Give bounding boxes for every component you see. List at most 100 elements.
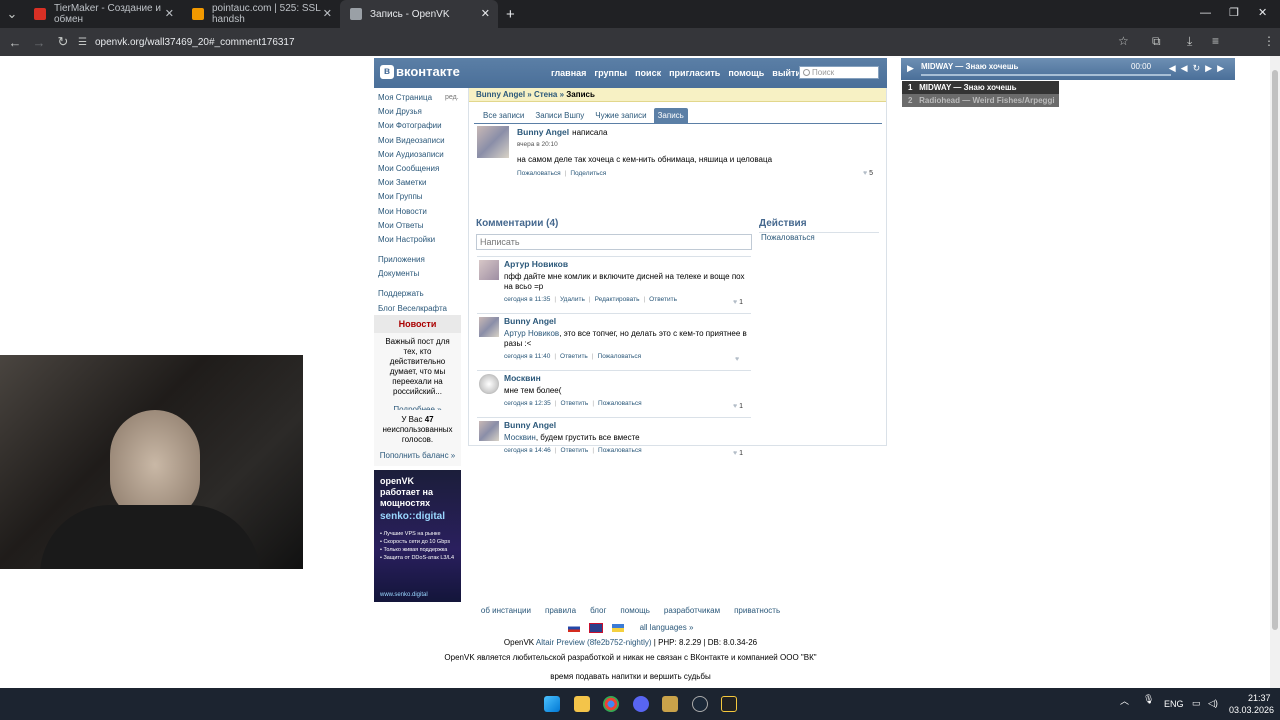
- sidebar-item-documents[interactable]: Документы: [378, 268, 462, 282]
- report-link[interactable]: Пожаловаться: [517, 170, 561, 177]
- clock-time[interactable]: 21:37: [1248, 693, 1271, 703]
- footer-link-help[interactable]: помощь: [620, 606, 649, 615]
- site-logo[interactable]: в вконтакте: [380, 64, 460, 79]
- footer-link-rules[interactable]: правила: [545, 606, 576, 615]
- post-date[interactable]: вчера в 20:10: [517, 141, 772, 148]
- mention-link[interactable]: Артур Новиков: [504, 329, 559, 338]
- avatar[interactable]: [477, 126, 509, 158]
- ukrainian-flag-icon[interactable]: [611, 623, 624, 632]
- comment-date[interactable]: сегодня в 12:35: [504, 400, 551, 407]
- sidebar-item-notes[interactable]: Мои Заметки: [378, 177, 462, 191]
- sidebar-item-videos[interactable]: Мои Видеозаписи: [378, 135, 462, 149]
- tray-chevron-icon[interactable]: ︿: [1120, 694, 1129, 707]
- browser-tab-openvk[interactable]: Запись - OpenVK ✕: [340, 0, 498, 28]
- app-icon[interactable]: [721, 696, 737, 712]
- reload-icon[interactable]: ↻: [51, 34, 75, 50]
- comment-date[interactable]: сегодня в 14:46: [504, 447, 551, 454]
- reply-link[interactable]: Ответить: [649, 296, 677, 303]
- mention-link[interactable]: Москвин: [504, 433, 536, 442]
- report-link[interactable]: Пожаловаться: [598, 353, 642, 360]
- site-info-icon[interactable]: ☰: [78, 37, 87, 48]
- nav-groups[interactable]: группы: [594, 68, 627, 78]
- back-icon[interactable]: ←: [3, 35, 27, 50]
- tab-own-posts[interactable]: Записи Вшпу: [531, 108, 588, 123]
- avatar[interactable]: [479, 317, 499, 337]
- new-tab-button[interactable]: +: [506, 6, 515, 23]
- page-scrollbar[interactable]: [1270, 56, 1280, 688]
- comment-date[interactable]: сегодня в 11:35: [504, 296, 550, 303]
- share-link[interactable]: Поделиться: [570, 170, 606, 177]
- delete-link[interactable]: Удалить: [560, 296, 585, 303]
- reply-link[interactable]: Ответить: [561, 400, 589, 407]
- version-link[interactable]: Altair Preview (8fe2b752-nightly): [536, 638, 652, 647]
- top-up-balance-link[interactable]: Пополнить баланс »: [378, 451, 457, 461]
- report-link[interactable]: Пожаловаться: [598, 400, 642, 407]
- microphone-icon[interactable]: 🎙: [1143, 694, 1154, 705]
- tab-post[interactable]: Запись: [653, 108, 688, 123]
- like-heart-icon[interactable]: ♥ 1: [733, 450, 743, 457]
- reply-link[interactable]: Ответить: [560, 353, 588, 360]
- edit-link[interactable]: Редактировать: [595, 296, 640, 303]
- chrome-icon[interactable]: [603, 696, 619, 712]
- restore-icon[interactable]: ❐: [1229, 6, 1239, 19]
- sidebar-item-news[interactable]: Мои Новости: [378, 206, 462, 220]
- menu-kebab-icon[interactable]: ⋮: [1263, 34, 1275, 48]
- app-icon[interactable]: [662, 696, 678, 712]
- playlist-item[interactable]: 1 MIDWAY — Знаю хочешь: [902, 81, 1059, 94]
- sidebar-item-groups[interactable]: Мои Группы: [378, 191, 462, 205]
- playlist-item[interactable]: 2 Radiohead — Weird Fishes/Arpeggi: [902, 94, 1059, 107]
- player-progress-bar[interactable]: [921, 74, 1171, 76]
- nav-help[interactable]: помощь: [728, 68, 764, 78]
- address-bar[interactable]: ☰ openvk.org/wall37469_20#_comment176317: [78, 32, 1138, 52]
- footer-link-privacy[interactable]: приватность: [734, 606, 780, 615]
- comment-author[interactable]: Москвин: [504, 373, 750, 383]
- tab-all-posts[interactable]: Все записи: [479, 108, 528, 123]
- breadcrumb-user[interactable]: Bunny Angel: [476, 90, 525, 99]
- steam-icon[interactable]: [692, 696, 708, 712]
- sidebar-item-donate[interactable]: Поддержать: [378, 288, 462, 302]
- file-explorer-icon[interactable]: [574, 696, 590, 712]
- clock-date[interactable]: 03.03.2026: [1229, 705, 1274, 715]
- breadcrumb-wall[interactable]: Стена: [534, 90, 557, 99]
- minimize-icon[interactable]: —: [1200, 7, 1211, 19]
- senko-ad-banner[interactable]: openVK работает на мощностях senko::digi…: [374, 470, 461, 602]
- nav-search[interactable]: поиск: [635, 68, 661, 78]
- extensions-icon[interactable]: ⧉: [1152, 34, 1161, 49]
- close-window-icon[interactable]: ✕: [1258, 6, 1267, 19]
- comment-author[interactable]: Bunny Angel: [504, 420, 750, 430]
- russian-flag-icon[interactable]: [567, 623, 580, 632]
- like-heart-icon[interactable]: ♥ 1: [733, 299, 743, 306]
- nav-home[interactable]: главная: [551, 68, 586, 78]
- downloads-icon[interactable]: ⤓: [1187, 34, 1192, 49]
- comment-date[interactable]: сегодня в 11:40: [504, 353, 550, 360]
- forward-icon[interactable]: →: [27, 35, 51, 50]
- bookmark-star-icon[interactable]: ☆: [1118, 34, 1129, 48]
- close-tab-icon[interactable]: ✕: [323, 7, 332, 20]
- header-search-input[interactable]: Поиск: [799, 66, 879, 79]
- footer-link-blog[interactable]: блог: [590, 606, 606, 615]
- sidebar-item-photos[interactable]: Мои Фотографии: [378, 120, 462, 134]
- sidebar-item-settings[interactable]: Мои Настройки: [378, 234, 462, 248]
- nav-invite[interactable]: пригласить: [669, 68, 720, 78]
- like-heart-icon[interactable]: ♥ 1: [733, 403, 743, 410]
- close-tab-icon[interactable]: ✕: [165, 7, 174, 20]
- windows-start-icon[interactable]: [544, 696, 560, 712]
- like-heart-icon[interactable]: ♥ 5: [863, 170, 873, 177]
- play-icon[interactable]: ▶: [907, 63, 914, 74]
- avatar[interactable]: [479, 260, 499, 280]
- tab-others-posts[interactable]: Чужие записи: [591, 108, 650, 123]
- sidebar-item-messages[interactable]: Мои Сообщения: [378, 163, 462, 177]
- close-tab-icon[interactable]: ✕: [481, 7, 490, 20]
- like-heart-icon[interactable]: ♥: [735, 356, 739, 363]
- report-link[interactable]: Пожаловаться: [598, 447, 642, 454]
- footer-link-about[interactable]: об инстанции: [481, 606, 531, 615]
- nav-logout[interactable]: выйти: [772, 68, 801, 78]
- scrollbar-thumb[interactable]: [1272, 70, 1278, 630]
- sidebar-item-answers[interactable]: Мои Ответы: [378, 220, 462, 234]
- english-flag-icon[interactable]: [588, 622, 603, 633]
- media-controls-icon[interactable]: ≡: [1212, 34, 1219, 48]
- comment-author[interactable]: Артур Новиков: [504, 259, 750, 269]
- reply-link[interactable]: Ответить: [561, 447, 589, 454]
- volume-icon[interactable]: ◁): [1208, 698, 1218, 709]
- sidebar-item-audio[interactable]: Мои Аудиозаписи: [378, 149, 462, 163]
